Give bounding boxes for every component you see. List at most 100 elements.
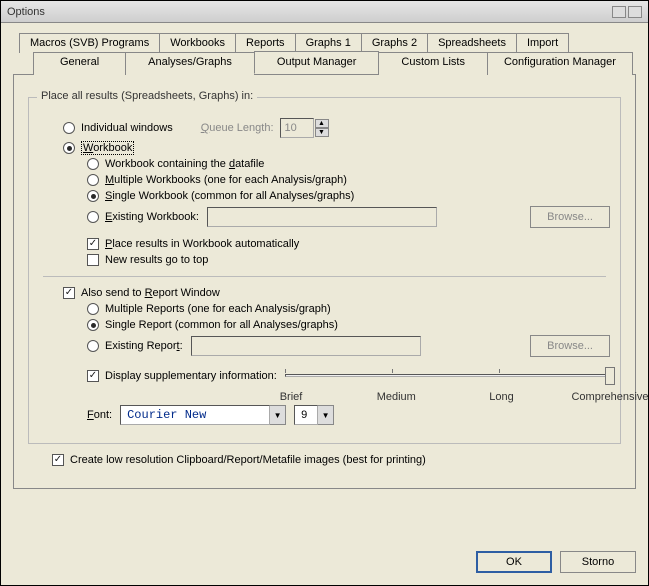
radio-dot	[87, 319, 99, 331]
window-buttons	[612, 6, 642, 18]
check-box: ✓	[87, 370, 99, 382]
slider-tick	[392, 369, 393, 373]
slider-label-medium: Medium	[377, 391, 416, 403]
window-btn-2[interactable]	[628, 6, 642, 18]
font-combo[interactable]: Courier New ▼	[120, 405, 286, 425]
browse-workbook-button[interactable]: Browse...	[530, 206, 610, 228]
radio-dot	[63, 122, 75, 134]
radio-rp-single[interactable]: Single Report (common for all Analyses/g…	[87, 319, 338, 331]
radio-label: Multiple Reports (one for each Analysis/…	[105, 303, 331, 315]
check-box: ✓	[87, 238, 99, 250]
check-display-supp[interactable]: ✓ Display supplementary information:	[87, 370, 277, 382]
tab-spreadsheets[interactable]: Spreadsheets	[427, 33, 517, 53]
tab-macros[interactable]: Macros (SVB) Programs	[19, 33, 160, 53]
font-size-value: 9	[301, 409, 307, 421]
check-new-top[interactable]: New results go to top	[87, 254, 208, 266]
radio-label: Multiple Workbooks (one for each Analysi…	[105, 174, 347, 186]
radio-wb-multiple[interactable]: Multiple Workbooks (one for each Analysi…	[87, 174, 347, 186]
tab-row-1: Macros (SVB) Programs Workbooks Reports …	[13, 33, 636, 53]
group-legend: Place all results (Spreadsheets, Graphs)…	[37, 90, 257, 102]
radio-dot	[87, 158, 99, 170]
check-label: Place results in Workbook automatically	[105, 238, 299, 250]
detail-slider[interactable]	[285, 365, 610, 387]
row-wb-exist: Existing Workbook: Browse...	[87, 206, 610, 228]
chevron-down-icon[interactable]: ▼	[270, 405, 286, 425]
tab-config-manager[interactable]: Configuration Manager	[487, 52, 633, 75]
place-results-group: Place all results (Spreadsheets, Graphs)…	[28, 97, 621, 444]
dialog-footer: OK Storno	[476, 551, 636, 573]
row-also-report: ✓ Also send to Report Window	[63, 287, 610, 299]
cancel-button[interactable]: Storno	[560, 551, 636, 573]
row-rp-single: Single Report (common for all Analyses/g…	[87, 319, 610, 331]
radio-individual-windows[interactable]: Individual windows	[63, 122, 173, 134]
radio-label: Single Report (common for all Analyses/g…	[105, 319, 338, 331]
radio-wb-existing[interactable]: Existing Workbook:	[87, 211, 199, 223]
tab-custom-lists[interactable]: Custom Lists	[378, 52, 488, 75]
separator	[43, 276, 606, 277]
queue-length-label: Queue Length:	[201, 122, 274, 134]
slider-tick	[499, 369, 500, 373]
font-label: Font:	[87, 409, 112, 421]
row-individual: Individual windows Queue Length: 10 ▲ ▼	[63, 118, 610, 138]
check-also-report[interactable]: ✓ Also send to Report Window	[63, 287, 220, 299]
radio-dot	[87, 303, 99, 315]
radio-dot	[87, 174, 99, 186]
radio-dot	[63, 142, 75, 154]
queue-length-input: 10	[280, 118, 314, 138]
slider-thumb[interactable]	[605, 367, 615, 385]
tab-reports[interactable]: Reports	[235, 33, 296, 53]
radio-label: Single Workbook (common for all Analyses…	[105, 190, 354, 202]
tab-workbooks[interactable]: Workbooks	[159, 33, 236, 53]
tab-general[interactable]: General	[33, 52, 126, 75]
tab-analyses-graphs[interactable]: Analyses/Graphs	[125, 52, 255, 75]
row-wb-multi: Multiple Workbooks (one for each Analysi…	[87, 174, 610, 186]
check-box	[87, 254, 99, 266]
radio-dot	[87, 190, 99, 202]
spin-down[interactable]: ▼	[315, 128, 329, 137]
browse-report-button[interactable]: Browse...	[530, 335, 610, 357]
slider-label-long: Long	[489, 391, 513, 403]
tab-graphs2[interactable]: Graphs 2	[361, 33, 428, 53]
slider-label-comp: Comprehensive	[571, 391, 648, 403]
ok-button[interactable]: OK	[476, 551, 552, 573]
row-rp-multi: Multiple Reports (one for each Analysis/…	[87, 303, 610, 315]
check-label: Also send to Report Window	[81, 287, 220, 299]
check-label: Display supplementary information:	[105, 370, 277, 382]
tab-graphs1[interactable]: Graphs 1	[295, 33, 362, 53]
slider-track	[285, 374, 610, 377]
window-btn-1[interactable]	[612, 6, 626, 18]
options-window: Options Macros (SVB) Programs Workbooks …	[0, 0, 649, 586]
radio-label: Workbook	[81, 142, 134, 154]
check-label: Create low resolution Clipboard/Report/M…	[70, 454, 426, 466]
row-wb-auto: ✓ Place results in Workbook automaticall…	[87, 238, 610, 250]
radio-dot	[87, 211, 99, 223]
tab-strip: Macros (SVB) Programs Workbooks Reports …	[13, 33, 636, 489]
radio-workbook[interactable]: Workbook	[63, 142, 134, 154]
radio-label: Existing Report:	[105, 340, 183, 352]
spin-up[interactable]: ▲	[315, 119, 329, 128]
tab-panel: Place all results (Spreadsheets, Graphs)…	[13, 74, 636, 489]
radio-wb-single[interactable]: Single Workbook (common for all Analyses…	[87, 190, 354, 202]
check-lowres-images[interactable]: ✓ Create low resolution Clipboard/Report…	[52, 454, 426, 466]
slider-label-brief: Brief	[280, 391, 303, 403]
row-disp-supp: ✓ Display supplementary information:	[87, 365, 610, 387]
existing-report-input	[191, 336, 421, 356]
radio-dot	[87, 340, 99, 352]
row-wb-newtop: New results go to top	[87, 254, 610, 266]
font-size-combo[interactable]: 9 ▼	[294, 405, 334, 425]
radio-rp-existing[interactable]: Existing Report:	[87, 340, 183, 352]
client-area: Macros (SVB) Programs Workbooks Reports …	[1, 23, 648, 585]
row-font: Font: Courier New ▼ 9 ▼	[87, 405, 610, 425]
check-box: ✓	[63, 287, 75, 299]
queue-spinner: ▲ ▼	[315, 119, 329, 137]
check-place-auto[interactable]: ✓ Place results in Workbook automaticall…	[87, 238, 299, 250]
slider-tick	[285, 369, 286, 373]
radio-rp-multiple[interactable]: Multiple Reports (one for each Analysis/…	[87, 303, 331, 315]
chevron-down-icon[interactable]: ▼	[318, 405, 334, 425]
radio-wb-containing[interactable]: Workbook containing the datafile	[87, 158, 264, 170]
existing-workbook-input	[207, 207, 437, 227]
check-box: ✓	[52, 454, 64, 466]
tab-import[interactable]: Import	[516, 33, 569, 53]
radio-label: Workbook containing the datafile	[105, 158, 264, 170]
tab-output-manager[interactable]: Output Manager	[254, 51, 380, 74]
